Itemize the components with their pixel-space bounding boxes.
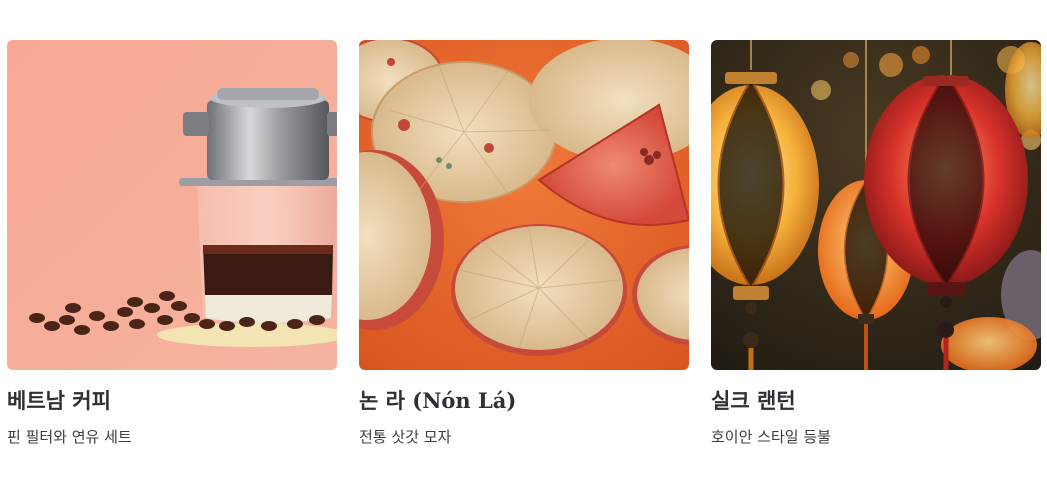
product-card-non-la[interactable]: 논 라 (Nón Lá) 전통 삿갓 모자 bbox=[359, 40, 689, 447]
product-image-non-la[interactable] bbox=[359, 40, 689, 370]
product-card-coffee[interactable]: 베트남 커피 핀 필터와 연유 세트 bbox=[7, 40, 337, 447]
product-grid: 베트남 커피 핀 필터와 연유 세트 논 라 (Nón Lá) 전통 삿갓 모자… bbox=[7, 40, 1041, 447]
coffee-photo bbox=[7, 40, 337, 370]
product-subtitle: 호이안 스타일 등불 bbox=[711, 428, 831, 446]
conical-hats-photo bbox=[359, 40, 689, 370]
product-image-silk-lantern[interactable] bbox=[711, 40, 1041, 370]
product-title[interactable]: 베트남 커피 bbox=[7, 388, 337, 414]
product-image-coffee[interactable] bbox=[7, 40, 337, 370]
silk-lanterns-photo bbox=[711, 40, 1041, 370]
product-card-silk-lantern[interactable]: 실크 랜턴 호이안 스타일 등불 bbox=[711, 40, 1041, 447]
product-subtitle: 전통 삿갓 모자 bbox=[359, 428, 452, 446]
product-title[interactable]: 실크 랜턴 bbox=[711, 388, 1041, 414]
product-subtitle: 핀 필터와 연유 세트 bbox=[7, 428, 132, 446]
product-title[interactable]: 논 라 (Nón Lá) bbox=[359, 388, 689, 414]
